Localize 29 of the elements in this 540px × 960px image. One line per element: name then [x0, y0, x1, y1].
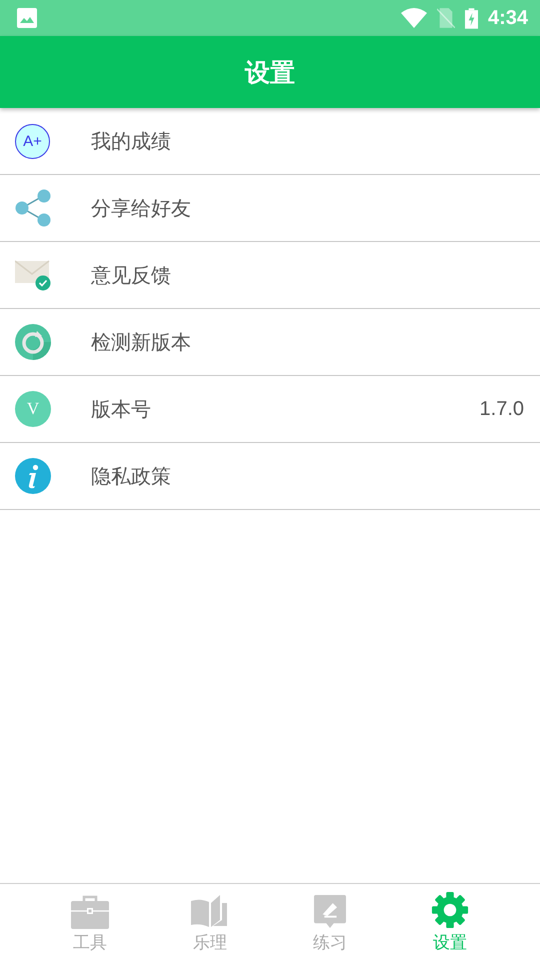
wifi-icon	[400, 8, 427, 28]
item-label: 检测新版本	[91, 328, 191, 356]
version-icon: V	[15, 391, 51, 427]
page-title: 设置	[245, 56, 295, 88]
item-label: 我的成绩	[91, 128, 171, 154]
edit-note-icon	[314, 895, 346, 929]
item-label: 意见反馈	[91, 262, 171, 288]
briefcase-icon	[71, 895, 109, 929]
no-sim-icon	[436, 8, 455, 28]
refresh-icon	[15, 324, 51, 360]
clock-time: 4:34	[488, 6, 528, 30]
share-icon	[15, 189, 51, 227]
grade-icon: A+	[15, 124, 50, 158]
settings-icon	[431, 891, 469, 929]
info-icon	[15, 458, 51, 494]
settings-item[interactable]: 意见反馈	[0, 242, 540, 309]
item-label: 版本号	[91, 396, 151, 422]
settings-item[interactable]: 分享给好友	[0, 175, 540, 242]
settings-item[interactable]: A+ 我的成绩	[0, 108, 540, 175]
mail-check-icon	[15, 259, 51, 291]
item-label: 分享给好友	[91, 194, 191, 222]
item-value: 1.7.0	[480, 398, 524, 420]
settings-item[interactable]: 检测新版本	[0, 309, 540, 376]
settings-item[interactable]: V 版本号 1.7.0	[0, 376, 540, 443]
settings-item[interactable]: 隐私政策	[0, 443, 540, 510]
battery-icon	[464, 8, 478, 28]
image-icon	[17, 8, 37, 28]
item-label: 隐私政策	[91, 462, 171, 490]
book-icon	[191, 895, 229, 929]
